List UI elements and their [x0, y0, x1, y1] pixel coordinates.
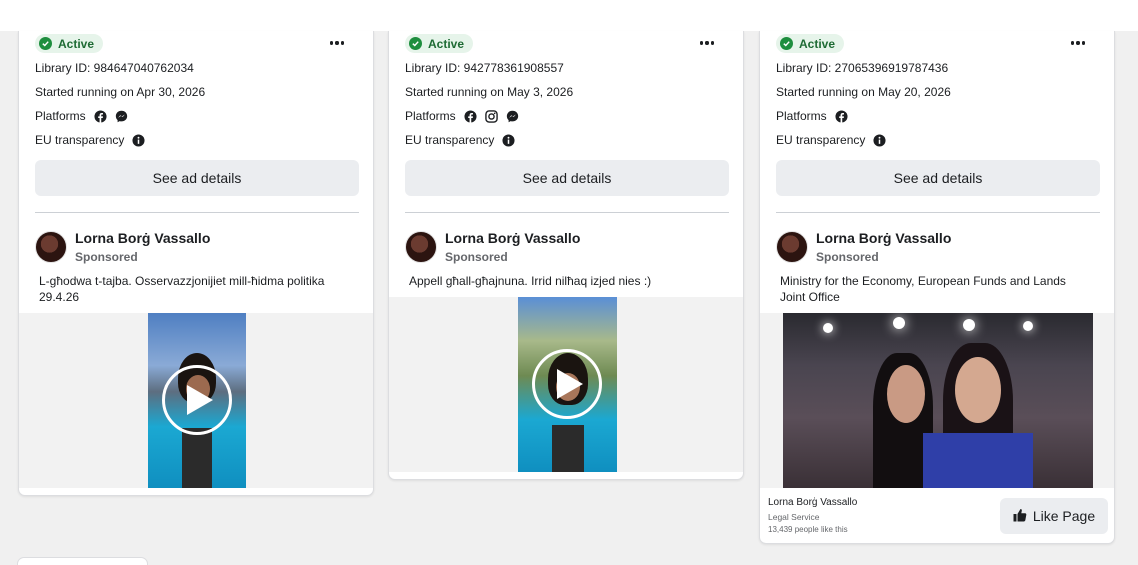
facebook-icon [835, 109, 848, 123]
ad-media [760, 313, 1114, 488]
see-ad-details-button[interactable]: See ad details [405, 160, 729, 196]
start-date: Started running on May 3, 2026 [405, 85, 574, 99]
page-name-link[interactable]: Lorna Borġ Vassallo [75, 230, 210, 246]
more-options-icon[interactable] [698, 35, 716, 51]
play-icon[interactable] [162, 365, 232, 435]
footer-page-name[interactable]: Lorna Borġ Vassallo [768, 497, 857, 508]
status-label: Active [799, 36, 836, 51]
start-date: Started running on Apr 30, 2026 [35, 85, 206, 99]
status-label: Active [428, 36, 465, 51]
next-card-stub [17, 557, 148, 565]
facebook-icon [464, 109, 477, 123]
divider [35, 212, 359, 213]
status-label: Active [58, 36, 95, 51]
eu-transparency-row: EU transparency [776, 133, 886, 147]
library-id: Library ID: 27065396919787436 [776, 61, 949, 75]
avatar[interactable] [776, 231, 808, 263]
status-badge: Active [405, 34, 474, 53]
sponsored-label: Sponsored [445, 250, 508, 264]
platforms-label: Platforms [405, 109, 456, 123]
status-badge: Active [35, 34, 104, 53]
check-circle-icon [409, 37, 422, 50]
messenger-icon [115, 110, 128, 123]
facebook-icon [94, 109, 107, 123]
ad-caption: L-għodwa t-tajba. Osservazzjonijiet mill… [39, 274, 325, 304]
ad-caption: Ministry for the Economy, European Funds… [780, 274, 1066, 304]
platforms-label: Platforms [776, 109, 827, 123]
info-icon[interactable] [502, 133, 515, 147]
platforms-row: Platforms [405, 109, 519, 123]
eu-transparency-label: EU transparency [405, 133, 495, 147]
check-circle-icon [780, 37, 793, 50]
see-ad-details-button[interactable]: See ad details [776, 160, 1100, 196]
ad-card: Active Library ID: 984647040762034 Start… [18, 31, 374, 496]
start-date: Started running on May 20, 2026 [776, 85, 951, 99]
sponsored-label: Sponsored [75, 250, 138, 264]
top-bar [0, 0, 1138, 31]
ad-image[interactable] [783, 313, 1093, 488]
platforms-row: Platforms [776, 109, 848, 123]
thumbs-up-icon [1013, 508, 1027, 525]
messenger-icon [506, 110, 519, 123]
ad-card: Active Library ID: 942778361908557 Start… [388, 31, 744, 480]
avatar[interactable] [405, 231, 437, 263]
page-name-link[interactable]: Lorna Borġ Vassallo [445, 230, 580, 246]
info-icon[interactable] [873, 133, 886, 147]
eu-transparency-label: EU transparency [35, 133, 125, 147]
see-ad-details-button[interactable]: See ad details [35, 160, 359, 196]
check-circle-icon [39, 37, 52, 50]
play-icon[interactable] [532, 349, 602, 419]
ad-caption: Appell għall-għajnuna. Irrid nilħaq izje… [409, 274, 652, 288]
status-badge: Active [776, 34, 845, 53]
page-name-link[interactable]: Lorna Borġ Vassallo [816, 230, 951, 246]
ad-media [389, 297, 743, 472]
footer-category: Legal Service [768, 512, 820, 522]
more-options-icon[interactable] [328, 35, 346, 51]
ad-card: Active Library ID: 27065396919787436 Sta… [759, 31, 1115, 544]
sponsored-label: Sponsored [816, 250, 879, 264]
eu-transparency-row: EU transparency [35, 133, 145, 147]
footer-likes-count: 13,439 people like this [768, 525, 848, 534]
like-page-button[interactable]: Like Page [1000, 498, 1108, 534]
divider [405, 212, 729, 213]
avatar[interactable] [35, 231, 67, 263]
eu-transparency-label: EU transparency [776, 133, 866, 147]
ad-media [19, 313, 373, 488]
platforms-row: Platforms [35, 109, 128, 123]
instagram-icon [484, 109, 498, 123]
library-id: Library ID: 942778361908557 [405, 61, 564, 75]
library-id: Library ID: 984647040762034 [35, 61, 194, 75]
platforms-label: Platforms [35, 109, 86, 123]
like-page-label: Like Page [1032, 508, 1096, 524]
divider [776, 212, 1100, 213]
eu-transparency-row: EU transparency [405, 133, 515, 147]
info-icon[interactable] [132, 133, 145, 147]
more-options-icon[interactable] [1069, 35, 1087, 51]
